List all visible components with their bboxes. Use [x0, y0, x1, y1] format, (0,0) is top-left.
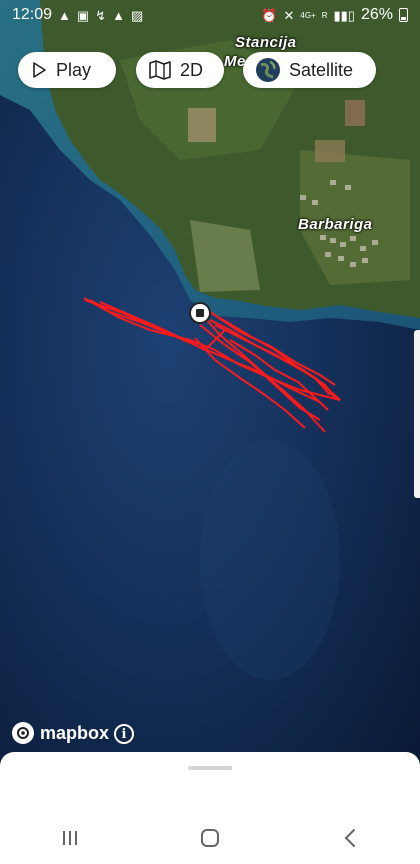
mute-icon: ✕	[283, 7, 295, 23]
side-drawer-handle[interactable]	[414, 330, 420, 498]
warning-icon: ▲	[58, 7, 71, 23]
gps-track	[83, 297, 341, 433]
map-icon	[148, 59, 172, 81]
alarm-icon: ⏰	[261, 7, 278, 23]
app-icon: ▣	[76, 7, 90, 23]
map-layer-label: Satellite	[289, 59, 354, 80]
play-label: Play	[56, 59, 92, 80]
play-icon	[30, 61, 48, 79]
map-layer-button[interactable]: Satellite	[243, 52, 376, 88]
view-mode-label: 2D	[180, 59, 204, 80]
info-icon[interactable]: i	[114, 724, 134, 744]
current-position-marker[interactable]	[189, 302, 211, 324]
roaming-indicator: R	[321, 10, 328, 20]
mapbox-wordmark: mapbox	[40, 722, 110, 743]
battery-percent: 26%	[360, 6, 393, 23]
nav-arrow-icon: ↯	[95, 7, 107, 23]
back-icon[interactable]	[320, 818, 380, 858]
bottom-sheet[interactable]	[0, 752, 420, 812]
clock: 12:09	[12, 6, 53, 23]
place-label-barbariga: Barbariga	[298, 216, 373, 233]
play-button[interactable]: Play	[18, 52, 116, 88]
stop-square-icon	[196, 309, 204, 317]
recent-apps-icon[interactable]	[40, 818, 100, 858]
network-type: 4G+	[300, 10, 316, 20]
home-icon[interactable]	[180, 818, 240, 858]
mapbox-attribution[interactable]: mapbox	[12, 722, 109, 744]
mapbox-logo-icon	[12, 722, 34, 744]
system-nav-bar	[0, 812, 420, 864]
place-label-stancija: Stancija	[235, 34, 297, 51]
globe-icon	[255, 57, 281, 83]
status-bar: 12:09 ▲ ▣ ↯ ▲ ▨ ⏰ ✕ 4G+ R ▮▮▯ 26%	[0, 0, 420, 30]
sheet-drag-handle[interactable]	[188, 766, 232, 770]
battery-icon	[399, 8, 408, 22]
map-view[interactable]	[0, 0, 420, 760]
signal-icon: ▮▮▯	[333, 7, 355, 23]
view-mode-button[interactable]: 2D	[136, 52, 224, 88]
image-icon: ▨	[131, 7, 144, 23]
warning-icon: ▲	[112, 7, 125, 23]
